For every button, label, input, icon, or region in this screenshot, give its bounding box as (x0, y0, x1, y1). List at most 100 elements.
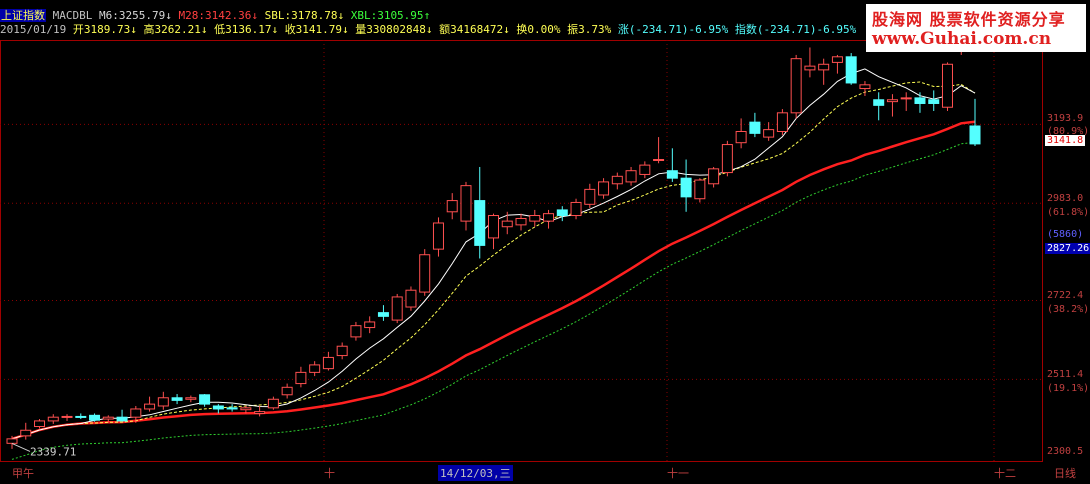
candle (116, 409, 128, 422)
time-label: 十一 (667, 467, 689, 480)
y-tick-label: 2511.4 (1047, 369, 1084, 380)
candle (157, 391, 169, 410)
candle (199, 394, 211, 407)
amplitude-value: 振3.73% (567, 23, 612, 36)
ma-m28-line (11, 120, 976, 440)
ma-sbl-line (11, 81, 976, 440)
low-arrow: ↓ (271, 23, 279, 36)
xbl-arrow: ↑ (423, 9, 431, 22)
candle-body (6, 438, 18, 444)
candle (460, 181, 472, 231)
candle (61, 414, 73, 421)
time-axis[interactable]: 甲午 十 14/12/03,三 十一 十二 日线 (0, 462, 1090, 484)
index-title[interactable]: 上证指数 (0, 9, 46, 22)
chart-grid (0, 40, 1043, 462)
candle (900, 92, 912, 111)
close-price: 收3141.79 (284, 23, 343, 36)
candle-body (625, 170, 637, 183)
candle (653, 137, 665, 164)
candle (598, 178, 610, 199)
candle-body (130, 408, 142, 418)
ma-indicator-name: MACDBL (52, 9, 93, 22)
candle-body (267, 398, 279, 409)
period-selector[interactable]: 日线 (1054, 465, 1076, 481)
candle-body (295, 371, 307, 385)
logo-line1: 股海网 股票软件资源分享 (872, 10, 1066, 29)
amount-arrow: ↓ (503, 23, 510, 36)
candle (75, 413, 87, 420)
candle (515, 213, 527, 231)
candle (350, 321, 362, 341)
time-label: 甲午 (12, 467, 34, 480)
candle-body (721, 144, 733, 174)
candle-body (598, 181, 610, 196)
candle (914, 92, 926, 113)
axis-highlight-price: 2827.26 (1045, 243, 1090, 254)
candle (309, 361, 321, 377)
chart-frame (0, 40, 1043, 462)
candle (20, 422, 32, 440)
candle-body (226, 407, 238, 410)
candle-body (653, 159, 665, 162)
y-tick-label: 2983.0 (1047, 193, 1084, 204)
high-price: 高3262.21 (143, 23, 201, 36)
candle-body (776, 112, 788, 132)
candle-body (89, 414, 101, 421)
amount-value: 额34168472 (439, 23, 504, 36)
candle (790, 54, 802, 119)
candle (804, 47, 816, 78)
candle (818, 58, 830, 85)
candle-body (446, 200, 458, 213)
candle (336, 342, 348, 360)
change-value: 涨(-234.71)-6.95% (617, 23, 729, 36)
low-marker-pointer (11, 442, 31, 452)
candle (529, 209, 541, 227)
candle (611, 172, 623, 190)
candle-body (212, 405, 224, 410)
candle-body (171, 397, 183, 401)
candle-body (47, 416, 59, 422)
quote-date: 2015/01/19 (0, 23, 67, 36)
candle-body (102, 416, 114, 420)
price-axis[interactable]: 3193.9 (80.9%) 3141.8 2983.0 (61.8%) (58… (1043, 0, 1090, 462)
candle-body (873, 99, 885, 106)
candle (185, 395, 197, 403)
turnover-value: 换0.00% (516, 23, 561, 36)
candle-body (845, 56, 857, 84)
candle-body (501, 220, 513, 228)
candle-body (831, 56, 843, 63)
candle-body (804, 65, 816, 71)
candle (212, 404, 224, 414)
candle-body (914, 97, 926, 104)
candle-body (377, 312, 389, 317)
m6-value: M6:3255.79 (99, 9, 166, 22)
xbl-value: XBL:3105.95 (350, 9, 424, 22)
low-marker-label: 2339.71 (30, 445, 76, 458)
candle-body (556, 209, 568, 217)
candle (226, 404, 238, 412)
indicator-header: 上证指数 MACDBL M6:3255.79↓ M28:3142.36↓ SBL… (0, 9, 430, 23)
candle (89, 413, 101, 422)
candle (845, 53, 857, 85)
candle-body (818, 63, 830, 71)
candle (446, 193, 458, 220)
open-arrow: ↓ (130, 23, 137, 36)
kline-chart-area[interactable]: 2339.71 (0, 0, 1043, 462)
candle (377, 305, 389, 321)
candle-body (419, 254, 431, 293)
index-change-value: 指数(-234.71)-6.95% (734, 23, 857, 36)
candle-body (240, 407, 252, 411)
time-label: 十 (324, 467, 335, 480)
candle (584, 183, 596, 209)
close-arrow: ↓ (342, 23, 349, 36)
y-tick-label: 3193.9 (1047, 113, 1084, 124)
candle-body (900, 97, 912, 100)
candle-body (75, 415, 87, 418)
candle-body (336, 345, 348, 357)
candle (267, 396, 279, 410)
candle (364, 316, 376, 334)
candle-body (969, 125, 981, 145)
y-tick-label: 2722.4 (1047, 290, 1084, 301)
candle (694, 178, 706, 203)
candle-body (281, 386, 293, 396)
